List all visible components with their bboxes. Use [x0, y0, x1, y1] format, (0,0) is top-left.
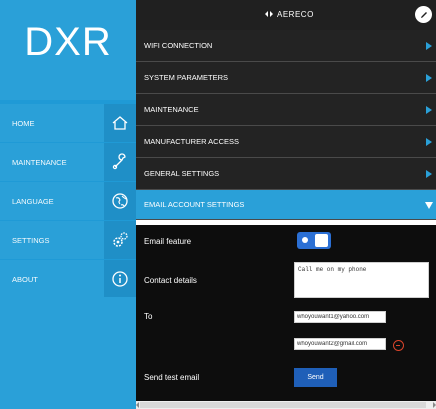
menu-item-manufacturer-access[interactable]: MANUFACTURER ACCESS	[136, 126, 436, 158]
menu-item-label: GENERAL SETTINGS	[144, 169, 220, 178]
chevron-right-icon	[426, 138, 432, 146]
sidebar-filler	[0, 297, 136, 409]
settings-menu: WIFI CONNECTION SYSTEM PARAMETERS MAINTE…	[136, 30, 436, 220]
toggle-indicator	[302, 237, 308, 243]
menu-item-label: SYSTEM PARAMETERS	[144, 73, 229, 82]
sidebar-nav: HOME MAINTENANCE LANGUAGE SETTINGS ABOUT	[0, 104, 136, 299]
chevron-right-icon	[426, 74, 432, 82]
contact-details-label: Contact details	[144, 276, 197, 285]
top-bar: AERECO	[136, 0, 436, 30]
sidebar: DXR HOME MAINTENANCE LANGUAGE SETTINGS A…	[0, 0, 136, 409]
send-button[interactable]: Send	[294, 368, 337, 387]
globe-icon	[104, 182, 136, 220]
email-feature-label: Email feature	[144, 237, 192, 246]
menu-item-label: EMAIL ACCOUNT SETTINGS	[144, 200, 245, 209]
menu-item-email-account-settings[interactable]: EMAIL ACCOUNT SETTINGS	[136, 190, 436, 220]
menu-item-label: WIFI CONNECTION	[144, 41, 213, 50]
chevron-right-icon	[426, 106, 432, 114]
email-to-field-1[interactable]	[294, 311, 386, 323]
sidebar-item-label: ABOUT	[12, 274, 38, 284]
sidebar-item-settings[interactable]: SETTINGS	[0, 221, 136, 259]
chevron-right-icon	[426, 170, 432, 178]
remove-email-button[interactable]	[393, 340, 404, 351]
menu-item-label: MANUFACTURER ACCESS	[144, 137, 240, 146]
email-to-field-2[interactable]	[294, 338, 386, 350]
menu-item-maintenance[interactable]: MAINTENANCE	[136, 94, 436, 126]
sidebar-item-language[interactable]: LANGUAGE	[0, 182, 136, 220]
pencil-icon	[420, 11, 427, 18]
to-label: To	[144, 312, 153, 321]
menu-item-system-parameters[interactable]: SYSTEM PARAMETERS	[136, 62, 436, 94]
sidebar-item-home[interactable]: HOME	[0, 104, 136, 142]
contact-details-field[interactable]: Call me on my phone	[294, 262, 429, 298]
menu-item-label: MAINTENANCE	[144, 105, 199, 114]
menu-item-wifi-connection[interactable]: WIFI CONNECTION	[136, 30, 436, 62]
sidebar-item-label: SETTINGS	[12, 235, 50, 245]
gears-icon	[104, 221, 136, 259]
toggle-knob	[315, 234, 328, 247]
wrench-icon	[104, 143, 136, 181]
email-feature-toggle[interactable]	[297, 232, 331, 249]
aereco-logo-icon	[265, 11, 273, 17]
sidebar-item-label: MAINTENANCE	[12, 157, 67, 167]
scrollbar-thumb[interactable]	[140, 402, 426, 408]
send-test-email-label: Send test email	[144, 373, 200, 382]
email-settings-panel: Email feature Contact details Call me on…	[136, 225, 436, 409]
edit-button[interactable]	[415, 6, 432, 23]
sidebar-item-label: HOME	[12, 118, 35, 128]
menu-item-general-settings[interactable]: GENERAL SETTINGS	[136, 158, 436, 190]
horizontal-scrollbar[interactable]	[136, 401, 436, 409]
sidebar-item-maintenance[interactable]: MAINTENANCE	[0, 143, 136, 181]
logo-text: AERECO	[277, 9, 314, 19]
house-icon	[104, 104, 136, 142]
aereco-logo: AERECO	[264, 9, 314, 19]
info-icon	[104, 260, 136, 298]
brand-title: DXR	[0, 0, 136, 100]
sidebar-item-label: LANGUAGE	[12, 196, 54, 206]
sidebar-item-about[interactable]: ABOUT	[0, 260, 136, 298]
chevron-right-icon	[426, 42, 432, 50]
chevron-down-icon	[425, 202, 433, 209]
scroll-left-icon[interactable]	[136, 402, 139, 408]
